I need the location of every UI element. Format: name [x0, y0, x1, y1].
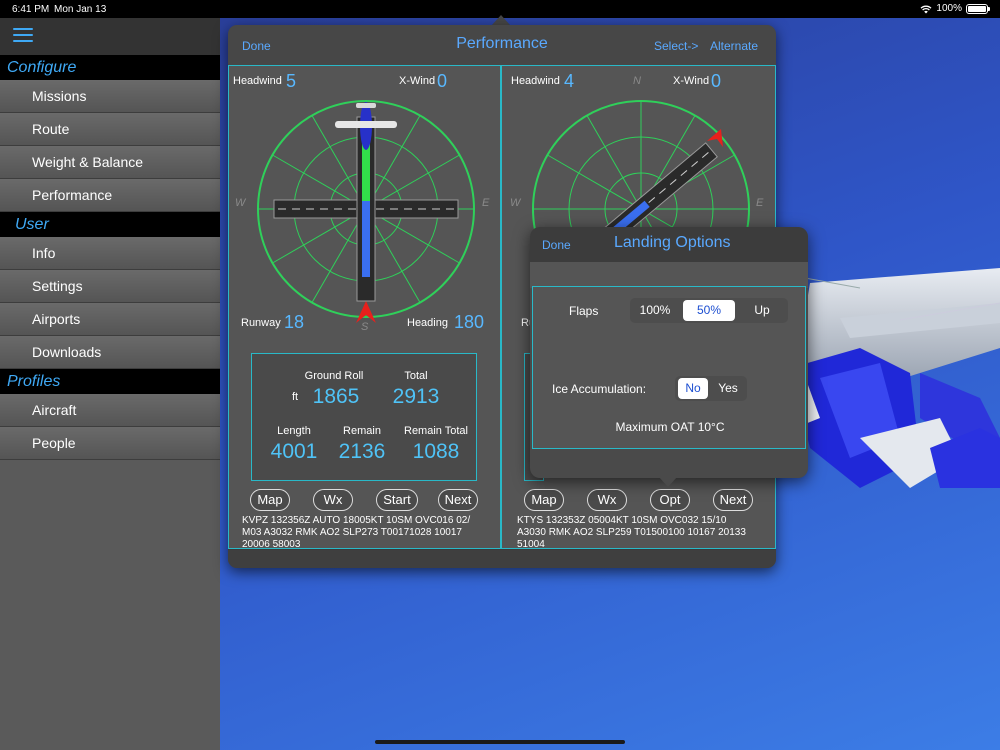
- section-profiles: Profiles: [0, 369, 220, 394]
- headwind-label: Headwind: [233, 75, 282, 87]
- metar-line: M03 A3032 RMK AO2 SLP273 T00171028 10017: [242, 527, 462, 538]
- ice-accumulation-label: Ice Accumulation:: [552, 382, 647, 396]
- sidebar-topbar: [0, 18, 220, 55]
- performance-footer: [228, 549, 776, 568]
- runway-value: 18: [284, 312, 305, 332]
- compass-north: N: [633, 75, 641, 87]
- flaps-option-100[interactable]: 100%: [634, 300, 676, 321]
- sidebar-item-settings[interactable]: Settings: [0, 270, 220, 303]
- compass-east: E: [482, 197, 490, 209]
- battery-percent: 100%: [936, 3, 962, 14]
- compass-west: W: [510, 197, 521, 209]
- sidebar-item-airports[interactable]: Airports: [0, 303, 220, 336]
- remain-total-label: Remain Total: [404, 425, 468, 437]
- ground-roll-label: Ground Roll: [304, 370, 364, 382]
- runway-compass: [257, 100, 475, 323]
- landing-options-body: Flaps 100% 50% Up Ice Accumulation: No Y…: [532, 286, 806, 449]
- sidebar-item-info[interactable]: Info: [0, 237, 220, 270]
- departure-metar: KVPZ 132356Z AUTO 18005KT 10SM OVC016 02…: [242, 515, 470, 551]
- metar-line: KTYS 132353Z 05004KT 10SM OVC032 15/10: [517, 515, 727, 526]
- remain-total-value: 1088: [412, 440, 460, 463]
- flaps-label: Flaps: [569, 304, 599, 318]
- metar-line: KVPZ 132356Z AUTO 18005KT 10SM OVC016 02…: [242, 515, 471, 526]
- sidebar-item-missions[interactable]: Missions: [0, 80, 220, 113]
- sidebar-item-people[interactable]: People: [0, 427, 220, 460]
- xwind-value: 0: [437, 71, 448, 91]
- total-label: Total: [404, 370, 428, 382]
- compass-east: E: [756, 197, 764, 209]
- remain-value: 2136: [338, 440, 386, 463]
- headwind-value: 4: [564, 71, 575, 91]
- status-date: Mon Jan 13: [54, 4, 107, 15]
- alternate-button[interactable]: Alternate: [710, 39, 758, 53]
- next-button[interactable]: Next: [713, 489, 753, 511]
- sidebar-item-aircraft[interactable]: Aircraft: [0, 394, 220, 427]
- status-time: 6:41 PM: [12, 4, 50, 15]
- arrival-metar: KTYS 132353Z 05004KT 10SM OVC032 15/10 A…: [517, 515, 746, 551]
- section-configure: Configure: [0, 55, 220, 80]
- landing-options-header: Done Landing Options: [530, 227, 808, 262]
- xwind-label: X-Wind: [673, 75, 710, 87]
- section-user: User: [0, 212, 220, 237]
- performance-header: Done Performance Select-> Alternate: [228, 25, 776, 65]
- wx-button[interactable]: Wx: [313, 489, 353, 511]
- sidebar-item-performance[interactable]: Performance: [0, 179, 220, 212]
- xwind-value: 0: [711, 71, 722, 91]
- metar-line: A3030 RMK AO2 SLP259 T01500100 10167 201…: [517, 527, 746, 538]
- xwind-label: X-Wind: [399, 75, 436, 87]
- ice-option-no[interactable]: No: [678, 378, 708, 399]
- remain-label: Remain: [343, 425, 381, 437]
- compass-south: S: [361, 321, 369, 333]
- sidebar: Configure Missions Route Weight & Balanc…: [0, 55, 220, 750]
- compass-west: W: [235, 197, 246, 209]
- ice-option-yes[interactable]: Yes: [713, 378, 743, 399]
- sidebar-item-route[interactable]: Route: [0, 113, 220, 146]
- headwind-value: 5: [286, 71, 297, 91]
- opt-button[interactable]: Opt: [650, 489, 690, 511]
- heading-value: 180: [454, 312, 485, 332]
- map-button[interactable]: Map: [524, 489, 564, 511]
- departure-panel: Headwind 5 X-Wind 0 W E S Runway 18 Head…: [228, 65, 501, 551]
- wifi-icon: [920, 5, 932, 13]
- menu-icon[interactable]: [13, 28, 33, 44]
- landing-options-popover: Done Landing Options Flaps 100% 50% Up I…: [530, 227, 808, 478]
- landing-options-title: Landing Options: [614, 234, 731, 251]
- start-button[interactable]: Start: [376, 489, 418, 511]
- length-label: Length: [277, 425, 311, 437]
- battery-icon: [966, 3, 990, 14]
- unit-label: ft: [291, 391, 299, 403]
- headwind-label: Headwind: [511, 75, 560, 87]
- status-right: 100%: [920, 3, 990, 14]
- sidebar-item-weight-balance[interactable]: Weight & Balance: [0, 146, 220, 179]
- runway-label: Runway: [241, 317, 281, 329]
- next-button[interactable]: Next: [438, 489, 478, 511]
- wx-button[interactable]: Wx: [587, 489, 627, 511]
- flaps-option-up[interactable]: Up: [741, 300, 783, 321]
- flaps-option-50[interactable]: 50%: [683, 300, 735, 321]
- length-value: 4001: [270, 440, 318, 463]
- max-oat-text: Maximum OAT 10°C: [615, 420, 725, 434]
- total-value: 2913: [392, 385, 440, 408]
- sidebar-item-downloads[interactable]: Downloads: [0, 336, 220, 369]
- performance-popover-arrow: [492, 15, 510, 25]
- home-indicator[interactable]: [375, 740, 625, 744]
- takeoff-distance-panel: Ground Roll Total ft 1865 2913 Length Re…: [251, 353, 477, 481]
- landing-popover-arrow: [659, 477, 677, 487]
- map-button[interactable]: Map: [250, 489, 290, 511]
- select-button[interactable]: Select->: [654, 39, 698, 53]
- landing-done-button[interactable]: Done: [542, 238, 571, 252]
- landing-options-strip: [530, 262, 808, 288]
- ground-roll-value: 1865: [312, 385, 360, 408]
- heading-label: Heading: [407, 317, 448, 329]
